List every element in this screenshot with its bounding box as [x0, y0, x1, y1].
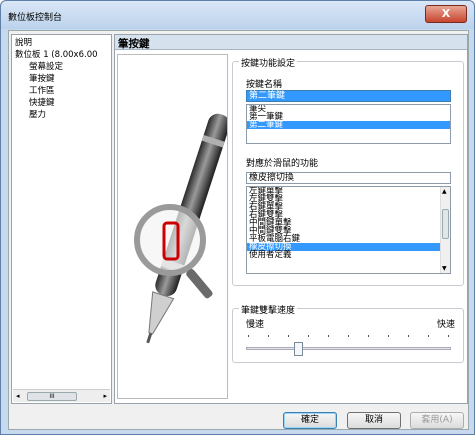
mapping-field[interactable]: 橡皮擦切換 [246, 172, 451, 184]
button-name-label: 按鍵名稱 [246, 80, 283, 90]
button-name-field[interactable]: 第二筆鍵 [246, 90, 451, 102]
list-item[interactable]: 使用者定義 [247, 251, 450, 260]
list-item-selected[interactable]: 第二筆鍵 [247, 121, 450, 129]
cancel-button[interactable]: 取消 [347, 412, 401, 429]
slow-label: 慢速 [246, 320, 265, 330]
slider-tick [408, 335, 409, 337]
mapping-list[interactable]: 左鍵單擊 左鍵雙擊 右鍵單擊 右鍵雙擊 中間鍵單擊 中間鍵雙擊 平板電腦右鍵 橡… [246, 186, 451, 274]
window-title: 數位板控制台 [8, 13, 63, 23]
slider-tick [368, 335, 369, 337]
tree-item-screen[interactable]: 螢幕設定 [29, 62, 63, 72]
title-bar: 數位板控制台 X [1, 1, 474, 29]
slider-tick [288, 335, 289, 337]
scroll-up-icon[interactable]: ▲ [442, 188, 447, 195]
slider-tick [248, 335, 249, 337]
speed-slider-track[interactable] [246, 347, 451, 350]
mapping-label: 對應於滑鼠的功能 [246, 159, 319, 169]
tree-item-tablet[interactable]: 數位板 1 (8.00x6.00 [15, 50, 98, 60]
slider-tick [328, 335, 329, 337]
apply-button[interactable]: 套用(A) [410, 412, 464, 429]
tree-item-pen-buttons[interactable]: 筆按鍵 [29, 74, 55, 84]
pen-buttons-panel: 筆按鍵 按鍵功能設定 按鍵名稱 第二筆鍵 筆尖 第一筆鍵 第二筆鍵 對應於滑鼠的… [114, 34, 468, 404]
tree-item-hotkeys[interactable]: 快捷鍵 [29, 98, 55, 108]
ok-button[interactable]: 確定 [283, 412, 337, 429]
double-click-legend: 筆鍵雙擊速度 [239, 303, 298, 316]
slider-tick [268, 335, 269, 337]
button-settings-group: 按鍵功能設定 按鍵名稱 第二筆鍵 筆尖 第一筆鍵 第二筆鍵 對應於滑鼠的功能 橡… [232, 56, 464, 286]
panel-header: 筆按鍵 [115, 35, 467, 50]
scroll-right-icon[interactable]: ▸ [103, 391, 107, 401]
fast-label: 快速 [436, 320, 455, 330]
slider-tick [388, 335, 389, 337]
mapping-list-scrollbar[interactable]: ▲ ▼ [440, 187, 450, 273]
scroll-left-icon[interactable]: ◂ [16, 391, 20, 401]
button-name-list[interactable]: 筆尖 第一筆鍵 第二筆鍵 [246, 104, 451, 144]
scroll-down-icon[interactable]: ▼ [442, 265, 447, 272]
tree-horizontal-scrollbar[interactable]: ◂ III ▸ [13, 389, 110, 402]
scroll-thumb[interactable] [442, 209, 449, 239]
slider-tick [348, 335, 349, 337]
close-button[interactable]: X [425, 5, 467, 23]
double-click-speed-group: 筆鍵雙擊速度 慢速 快速 [232, 303, 464, 363]
settings-tree: 說明 數位板 1 (8.00x6.00 螢幕設定 筆按鍵 工作區 快捷鍵 壓力 … [11, 34, 112, 404]
scroll-thumb[interactable]: III [27, 392, 77, 401]
slider-tick [308, 335, 309, 337]
dialog-window: 數位板控制台 X 說明 數位板 1 (8.00x6.00 螢幕設定 筆按鍵 工作… [0, 0, 475, 435]
slider-tick [448, 335, 449, 337]
button-settings-legend: 按鍵功能設定 [239, 56, 298, 69]
tree-item-help[interactable]: 說明 [15, 38, 32, 48]
tree-item-work-area[interactable]: 工作區 [29, 86, 55, 96]
speed-slider-thumb[interactable] [294, 342, 303, 356]
panel-title: 筆按鍵 [118, 38, 150, 50]
slider-tick [428, 335, 429, 337]
client-area: 說明 數位板 1 (8.00x6.00 螢幕設定 筆按鍵 工作區 快捷鍵 壓力 … [8, 30, 469, 430]
pen-magnifier-icon [134, 113, 230, 344]
pen-illustration [117, 54, 230, 399]
tree-item-pressure[interactable]: 壓力 [29, 110, 46, 120]
